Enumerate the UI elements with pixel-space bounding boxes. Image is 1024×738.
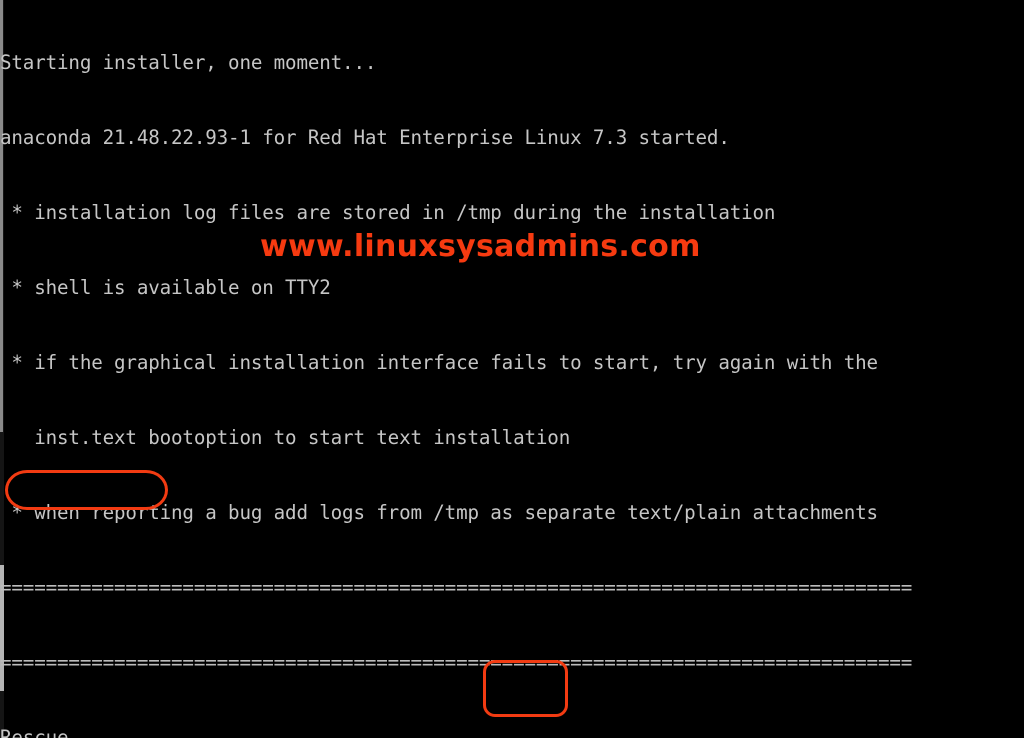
console-screen: Starting installer, one moment... anacon… <box>0 0 1024 738</box>
log-line-graphical-fallback-1: * if the graphical installation interfac… <box>0 351 878 374</box>
log-line-shell-tty2: * shell is available on TTY2 <box>0 276 331 299</box>
log-line-graphical-fallback-2: inst.text bootoption to start text insta… <box>0 426 571 449</box>
separator-line-bottom: ========================================… <box>0 651 913 674</box>
section-heading-rescue: Rescue <box>0 726 69 738</box>
log-line-start: Starting installer, one moment... <box>0 51 377 74</box>
separator-line-top: ========================================… <box>0 576 913 599</box>
log-line-bug-report: * when reporting a bug add logs from /tm… <box>0 501 878 524</box>
log-line-install-logs: * installation log files are stored in /… <box>0 201 776 224</box>
log-line-anaconda-version: anaconda 21.48.22.93-1 for Red Hat Enter… <box>0 126 730 149</box>
console-output: Starting installer, one moment... anacon… <box>0 0 1024 738</box>
site-watermark: www.linuxsysadmins.com <box>260 229 701 264</box>
